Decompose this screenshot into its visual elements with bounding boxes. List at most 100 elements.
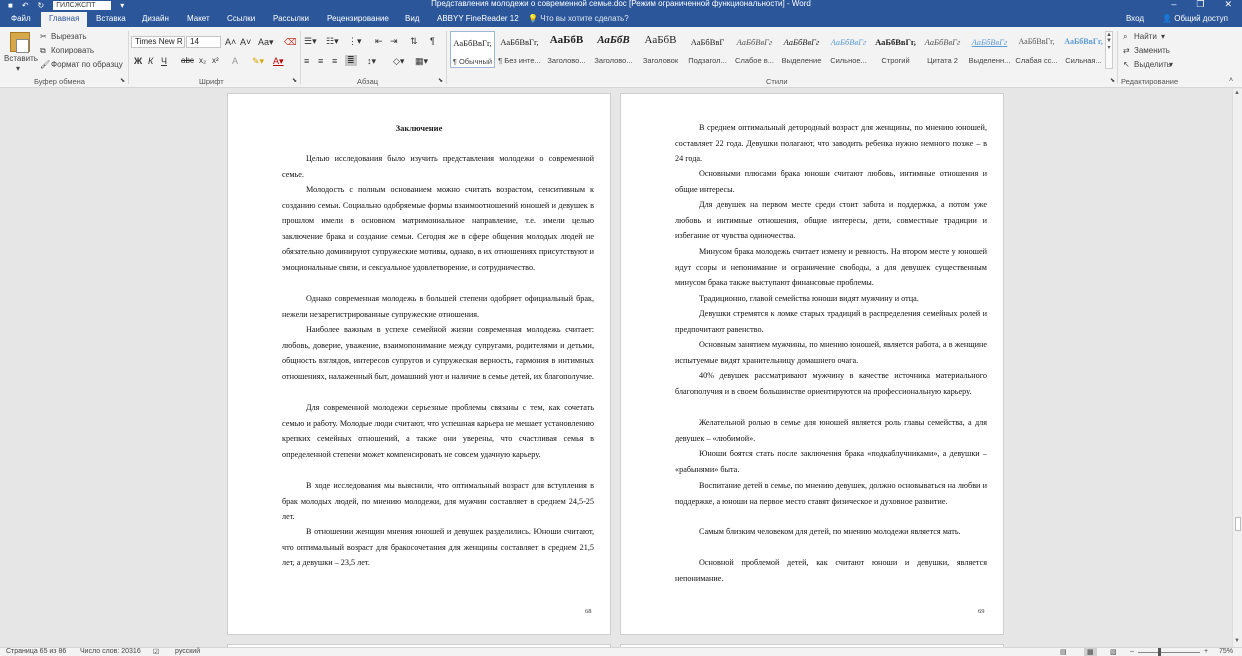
word-count-status[interactable]: Число слов: 20316 [80, 648, 141, 655]
zoom-level[interactable]: 75% [1219, 648, 1233, 655]
find-button[interactable]: Найти [1134, 32, 1157, 41]
scroll-down-icon[interactable]: ▼ [1234, 638, 1240, 644]
tab-mailings[interactable]: Рассылки [273, 14, 309, 23]
sign-in-link[interactable]: Вход [1126, 14, 1144, 23]
scroll-thumb[interactable] [1235, 517, 1241, 531]
shading-icon[interactable]: ◇▾ [393, 56, 404, 67]
share-button[interactable]: 👤 Общий доступ [1162, 14, 1228, 23]
increase-indent-icon[interactable]: ⇥ [390, 36, 398, 47]
underline-icon[interactable]: Ч [161, 56, 167, 66]
read-mode-icon[interactable]: ▤ [1060, 648, 1067, 656]
editing-group-label: Редактирование [1121, 77, 1179, 86]
collapse-ribbon-icon[interactable]: ˄ [1229, 77, 1233, 84]
style-normal[interactable]: АаБбВвГг, ¶ Обычный [450, 31, 495, 68]
style-heading-2[interactable]: АаБбВ Заголово... [591, 31, 636, 68]
multilevel-list-icon[interactable]: ⋮▾ [348, 36, 362, 47]
scroll-up-icon[interactable]: ▲ [1234, 90, 1240, 96]
replace-button[interactable]: Заменить [1134, 46, 1170, 55]
window-controls: – ❐ ✕ [1171, 0, 1232, 10]
zoom-out-icon[interactable]: – [1130, 648, 1134, 655]
copy-button[interactable]: Копировать [51, 46, 94, 55]
tab-references[interactable]: Ссылки [227, 14, 255, 23]
style-strong[interactable]: АаБбВвГг, Строгий [873, 31, 918, 68]
page-69[interactable]: В среднем оптимальный детородный возраст… [620, 93, 1004, 635]
sort-icon[interactable]: ⇅ [410, 36, 418, 47]
style-no-spacing[interactable]: АаБбВвГг, ¶ Без инте... [497, 31, 542, 68]
zoom-slider[interactable] [1138, 652, 1200, 653]
close-icon[interactable]: ✕ [1224, 0, 1232, 10]
borders-icon[interactable]: ▦▾ [415, 56, 428, 67]
minimize-icon[interactable]: – [1171, 0, 1176, 10]
print-layout-icon[interactable]: ▦ [1084, 648, 1097, 656]
tab-layout[interactable]: Макет [187, 14, 210, 23]
page-count-status[interactable]: Страница 65 из 86 [6, 648, 66, 655]
justify-icon[interactable]: ≣ [345, 55, 357, 66]
subscript-icon[interactable]: x₂ [199, 56, 206, 65]
cut-button[interactable]: Вырезать [51, 32, 87, 41]
tab-abbyy[interactable]: ABBYY FineReader 12 [437, 14, 519, 23]
style-emphasis[interactable]: АаБбВвГг Выделение [779, 31, 824, 68]
paste-icon[interactable] [10, 32, 30, 53]
tab-file[interactable]: Файл [11, 14, 31, 23]
paste-dropdown-icon[interactable]: ▾ [16, 64, 20, 73]
numbering-icon[interactable]: ☷▾ [326, 36, 339, 47]
styles-more-icon[interactable]: ▾ [1106, 44, 1112, 51]
clear-formatting-icon[interactable]: ⌫ [284, 37, 297, 48]
font-size-combo[interactable]: 14 [186, 36, 221, 48]
page-68[interactable]: Заключение Целью исследования было изучи… [227, 93, 611, 635]
style-intense-reference[interactable]: АаБбВвГг, Сильная... [1061, 31, 1106, 68]
style-quote-2[interactable]: АаБбВвГг Цитата 2 [920, 31, 965, 68]
vertical-scrollbar[interactable]: ▲ ▼ [1232, 89, 1242, 647]
tab-design[interactable]: Дизайн [142, 14, 169, 23]
highlight-icon[interactable]: ✎▾ [252, 56, 264, 67]
tab-review[interactable]: Рецензирование [327, 14, 389, 23]
tab-view[interactable]: Вид [405, 14, 419, 23]
styles-launcher-icon[interactable]: ⬊ [1110, 77, 1115, 84]
change-case-icon[interactable]: Aa▾ [258, 37, 274, 48]
text-effects-icon[interactable]: A [232, 56, 238, 66]
clipboard-launcher-icon[interactable]: ⬊ [120, 77, 125, 84]
bold-icon[interactable]: Ж [134, 56, 142, 66]
styles-gallery: АаБбВвГг, ¶ Обычный АаБбВвГг, ¶ Без инте… [450, 31, 1105, 71]
paste-button[interactable]: Вставить [4, 54, 38, 63]
zoom-slider-thumb[interactable] [1158, 648, 1161, 656]
style-title[interactable]: АаБбВ Заголовок [638, 31, 683, 68]
align-left-icon[interactable]: ≡ [304, 56, 309, 66]
find-dropdown-icon[interactable]: ▾ [1161, 32, 1165, 41]
pilcrow-icon[interactable]: ¶ [430, 36, 435, 46]
web-layout-icon[interactable]: ▧ [1110, 648, 1117, 656]
styles-scroll[interactable]: ▲ ▼ ▾ [1105, 31, 1113, 69]
tell-me-search[interactable]: 💡 Что вы хотите сделать? [528, 14, 629, 23]
style-subtitle[interactable]: АаБбВвГ Подзагол... [685, 31, 730, 68]
font-name-combo[interactable]: Times New R [131, 36, 185, 48]
format-painter-button[interactable]: Формат по образцу [51, 60, 123, 69]
shrink-font-icon[interactable]: A˅ [240, 37, 251, 47]
style-intense-quote[interactable]: АаБбВвГг Выделенн... [967, 31, 1012, 68]
style-subtle-emphasis[interactable]: АаБбВвГг Слабое в... [732, 31, 777, 68]
italic-icon[interactable]: К [148, 56, 153, 66]
language-status[interactable]: русский [175, 648, 200, 655]
paragraph: Девушки стремятся к ломке старых традици… [675, 309, 987, 334]
zoom-in-icon[interactable]: + [1204, 648, 1208, 655]
style-intense-emphasis[interactable]: АаБбВвГг Сильное... [826, 31, 871, 68]
style-heading-1[interactable]: АаБбВ Заголово... [544, 31, 589, 68]
font-color-icon[interactable]: A▾ [273, 56, 284, 67]
paragraph: Однако современная молодежь в большей ст… [282, 294, 594, 319]
line-spacing-icon[interactable]: ↕▾ [367, 56, 376, 67]
strikethrough-icon[interactable]: abc [181, 56, 194, 65]
tab-insert[interactable]: Вставка [96, 14, 126, 23]
decrease-indent-icon[interactable]: ⇤ [375, 36, 383, 47]
restore-icon[interactable]: ❐ [1196, 0, 1204, 10]
paragraph-launcher-icon[interactable]: ⬊ [438, 77, 443, 84]
align-right-icon[interactable]: ≡ [332, 56, 337, 66]
grow-font-icon[interactable]: A˄ [225, 37, 236, 47]
superscript-icon[interactable]: x² [212, 56, 219, 65]
tab-home[interactable]: Главная [41, 12, 88, 27]
align-center-icon[interactable]: ≡ [318, 56, 323, 66]
proofing-icon[interactable]: ☑ [153, 648, 159, 656]
select-button[interactable]: Выделить [1134, 60, 1171, 69]
select-dropdown-icon[interactable]: ▾ [1169, 60, 1173, 69]
bullets-icon[interactable]: ☰▾ [304, 36, 317, 47]
style-subtle-reference[interactable]: АаБбВвГг, Слабая сс... [1014, 31, 1059, 68]
font-launcher-icon[interactable]: ⬊ [292, 77, 297, 84]
